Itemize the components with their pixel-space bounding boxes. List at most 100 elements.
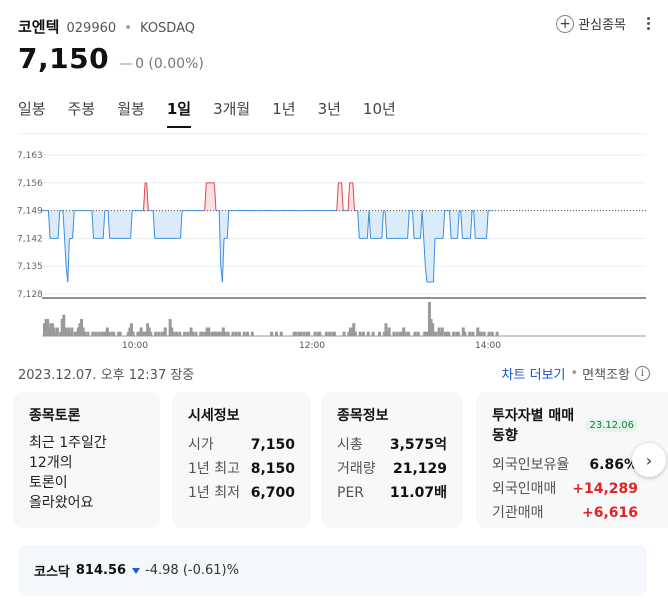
volume-bar <box>91 331 95 336</box>
tab-1-year[interactable]: 1년 <box>272 98 295 127</box>
quote-card-title: 시세정보 <box>188 408 240 424</box>
tab-divider <box>18 133 646 134</box>
info-cards: 종목토론 최근 1주일간 12개의 토론이 올라왔어요 시세정보 시가 7,150… <box>13 392 668 528</box>
volume-bar <box>231 331 235 336</box>
x-tick-label: 10:00 <box>122 341 148 351</box>
intraday-price-chart[interactable]: 7,163 7,156 7,149 7,142 7,135 7,128 10:00 12:00… <box>0 140 668 355</box>
volume-bar <box>294 331 298 336</box>
down-triangle-icon <box>132 567 141 574</box>
quote-card[interactable]: 시세정보 시가 7,150 1년 최고 8,150 1년 최저 6,700 <box>172 392 311 528</box>
volume-bar <box>482 331 486 336</box>
discussion-card[interactable]: 종목토론 최근 1주일간 12개의 토론이 올라왔어요 <box>13 392 160 528</box>
y-tick-label: 7,149 <box>17 207 43 217</box>
timestamp-row: 2023.12.07. 오후 12:37 장중 차트 더보기 • 면책조항 i <box>18 364 650 383</box>
more-vertical-icon[interactable] <box>647 17 650 30</box>
volume-bar <box>183 331 187 336</box>
volume-bar <box>407 331 411 336</box>
volume-bar <box>83 331 87 336</box>
volume-bar <box>242 331 246 336</box>
volume-bar <box>237 331 241 336</box>
volume-bar <box>178 331 182 336</box>
volume-bar <box>479 331 483 336</box>
volume-bar <box>313 331 317 336</box>
discussion-line: 올라왔어요 <box>29 495 94 511</box>
stock-header: 코엔텍 029960 • KOSDAQ + 관심종목 <box>18 14 650 40</box>
volume-bar <box>163 327 167 336</box>
volume-bar <box>361 331 365 336</box>
chart-more-link[interactable]: 차트 더보기 <box>502 364 566 383</box>
y-tick-label: 7,135 <box>17 262 43 272</box>
volume-bar <box>207 327 211 336</box>
y-tick-label: 7,163 <box>17 151 43 161</box>
tab-daily[interactable]: 일봉 <box>18 98 46 127</box>
stock-name: 코엔텍 <box>18 18 60 36</box>
index-name: 코스닥 <box>34 565 70 580</box>
volume-bar <box>171 331 175 336</box>
volume-bar <box>471 331 475 336</box>
tab-3-months[interactable]: 3개월 <box>213 98 250 127</box>
volume-bar <box>70 327 74 336</box>
volume-bar <box>112 331 116 336</box>
stock-code: 029960 <box>66 21 117 36</box>
volume-bar <box>490 331 494 336</box>
volume-bar <box>97 331 101 336</box>
volume-bar <box>387 327 391 336</box>
investor-date-badge: 23.12.06 <box>585 418 638 432</box>
index-value: 814.56 <box>75 563 127 578</box>
volume-bar <box>307 331 311 336</box>
link-separator: • <box>570 366 579 381</box>
price-change-text: 0 (0.00%) <box>135 56 204 72</box>
volume-bar <box>395 331 399 336</box>
cards-next-button[interactable]: › <box>632 443 666 477</box>
volume-bar <box>447 331 451 336</box>
volume-bar <box>186 331 190 336</box>
volume-bar <box>226 331 230 336</box>
no-change-icon: — <box>119 56 134 72</box>
tab-10-years[interactable]: 10년 <box>363 98 396 127</box>
volume-bar <box>318 331 322 336</box>
volume-bar <box>302 331 306 336</box>
timestamp: 2023.12.07. 오후 12:37 장중 <box>18 368 195 383</box>
tab-1-day[interactable]: 1일 <box>166 98 192 128</box>
volume-bar <box>371 331 375 336</box>
x-tick-label: 14:00 <box>475 341 501 351</box>
volume-bar <box>279 331 283 336</box>
volume-bar <box>149 331 153 336</box>
current-price: 7,150 <box>18 42 110 75</box>
market-index-bar[interactable]: 코스닥 814.56 -4.98 (-0.61)% <box>18 545 647 596</box>
volume-bar <box>94 331 98 336</box>
volume-bar <box>468 331 472 336</box>
quote-row-52w-low: 1년 최저 6,700 <box>188 485 295 501</box>
tab-weekly[interactable]: 주봉 <box>68 98 96 127</box>
volume-bar <box>191 331 195 336</box>
y-tick-label: 7,128 <box>17 290 43 300</box>
volume-bar <box>86 331 90 336</box>
volume-bar <box>118 331 122 336</box>
add-favorite-button[interactable]: + 관심종목 <box>556 14 626 33</box>
volume-bar <box>366 331 370 336</box>
volume-bar <box>416 331 420 336</box>
volume-bar <box>378 331 382 336</box>
disclaimer-link[interactable]: 면책조항 <box>582 364 630 383</box>
volume-bar <box>495 331 499 336</box>
volume-bar <box>299 331 303 336</box>
volume-bar <box>245 331 249 336</box>
price-area-below <box>48 210 489 283</box>
stock-info-row-volume: 거래량 21,129 <box>337 461 447 477</box>
header-separator: • <box>124 21 132 36</box>
tab-monthly[interactable]: 월봉 <box>117 98 145 127</box>
volume-bar <box>175 331 179 336</box>
info-icon[interactable]: i <box>635 366 650 381</box>
volume-bar <box>342 331 346 336</box>
tab-3-years[interactable]: 3년 <box>318 98 341 127</box>
volume-bar <box>324 331 328 336</box>
volume-bar <box>250 331 254 336</box>
volume-bar <box>452 331 456 336</box>
volume-bar <box>463 331 467 336</box>
investor-row-foreign-net: 외국인매매 +14,289 <box>492 481 638 497</box>
volume-bar <box>487 331 491 336</box>
volume-bar <box>55 327 59 336</box>
volume-bar <box>332 331 336 336</box>
volume-bar <box>194 331 198 336</box>
stock-info-card[interactable]: 종목정보 시총 3,575억 거래량 21,129 PER 11.07배 <box>321 392 463 528</box>
